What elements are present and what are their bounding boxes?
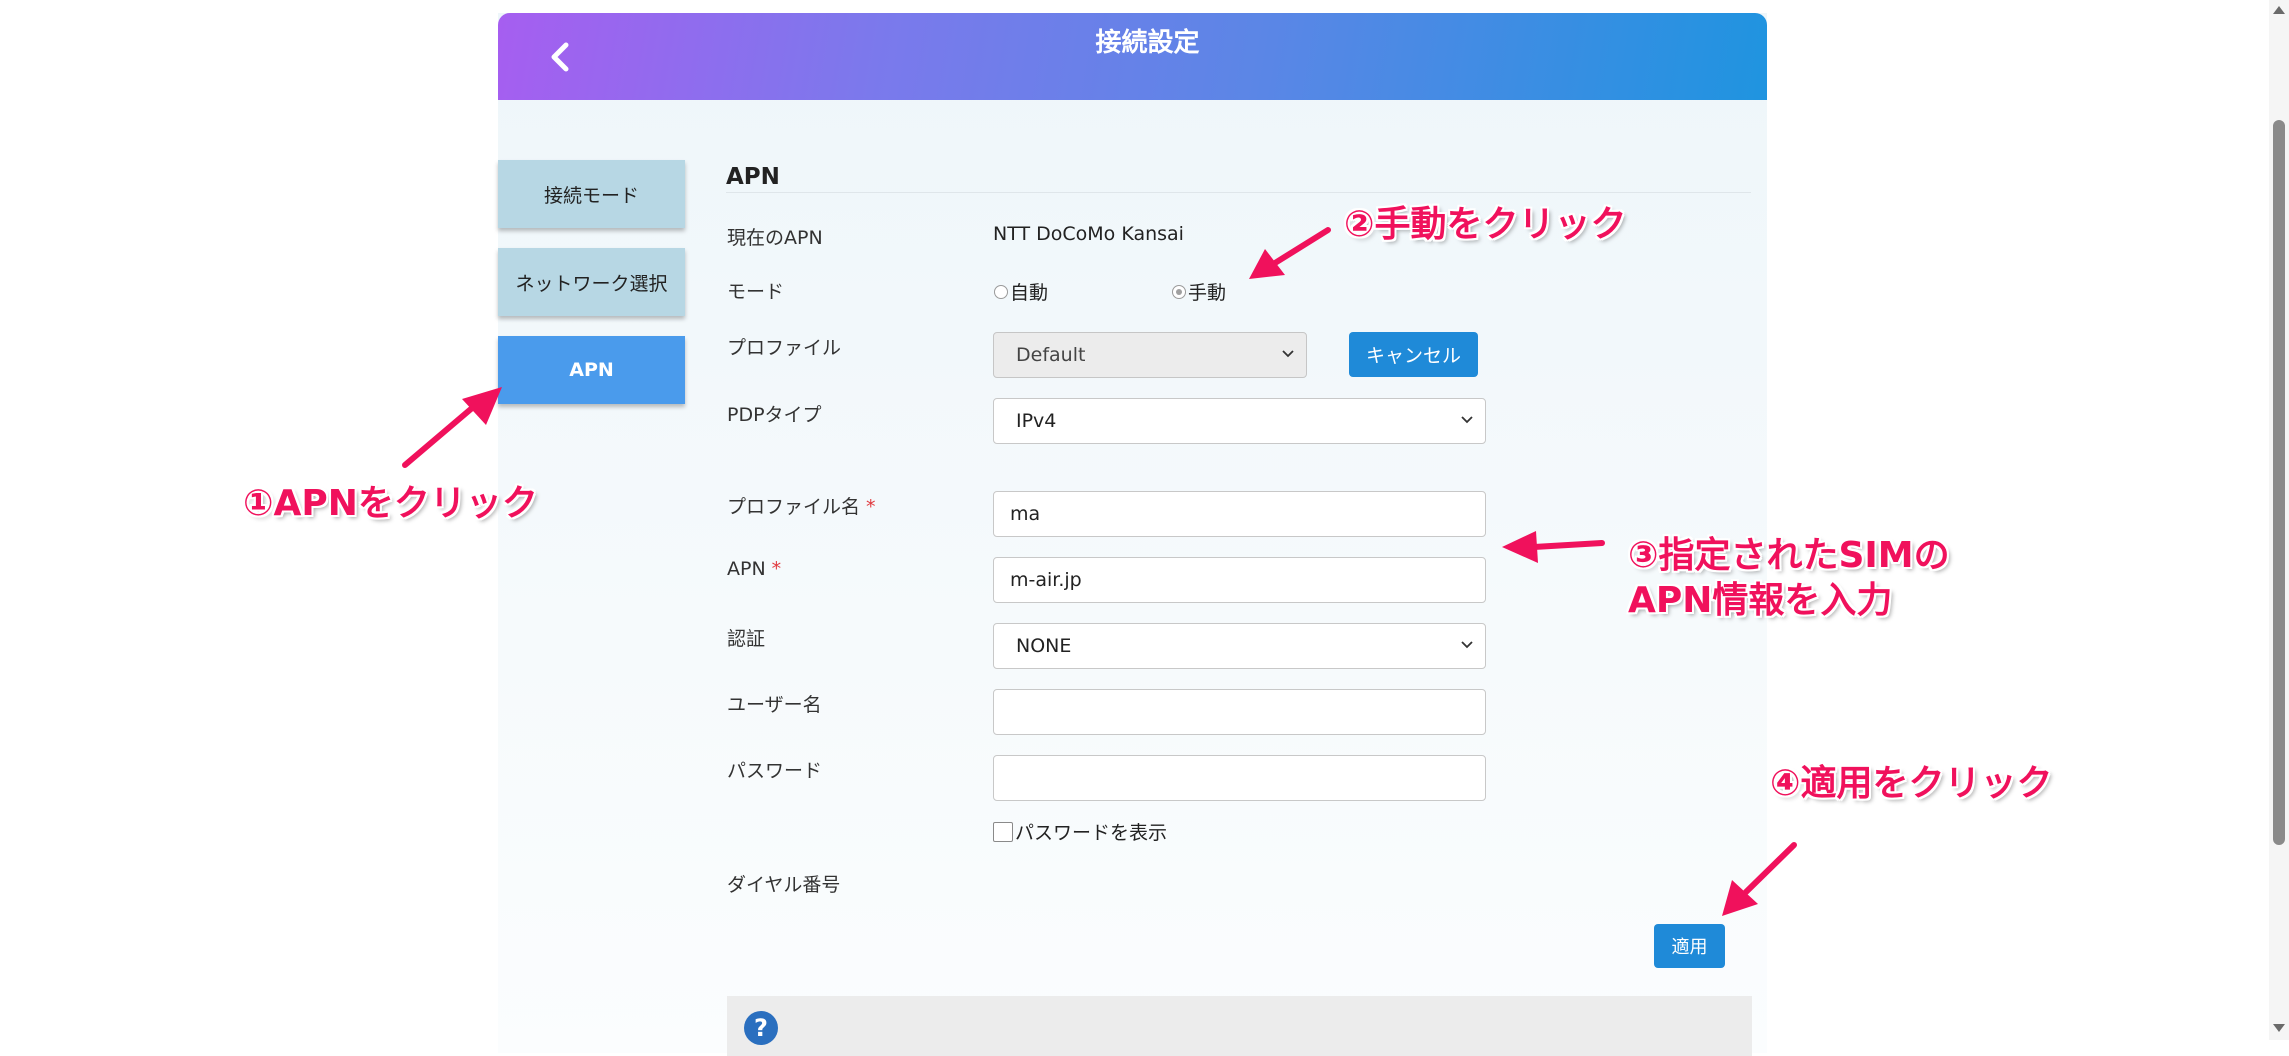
sidebar-item-apn[interactable]: APN: [498, 336, 685, 404]
pdp-type-select-value: IPv4: [1016, 410, 1057, 432]
annotation-step3-line1: ③指定されたSIMの: [1628, 535, 1950, 576]
username-label: ユーザー名: [727, 694, 822, 716]
vertical-scrollbar[interactable]: [2269, 0, 2289, 1040]
help-box: ?: [727, 996, 1752, 1056]
section-title: APN: [726, 164, 780, 190]
annotation-step2: ②手動をクリック: [1344, 204, 1627, 245]
radio-circle[interactable]: [994, 284, 1008, 299]
annotation-arrow-4: [1722, 842, 1797, 916]
password-input[interactable]: [993, 755, 1486, 801]
header-bar: 接続設定: [498, 13, 1767, 100]
required-mark: *: [866, 496, 876, 518]
annotation-arrow-3: [1502, 531, 1605, 563]
sidebar-item-connection-mode[interactable]: 接続モード: [498, 160, 685, 228]
mode-label: モード: [727, 281, 785, 303]
required-mark: *: [771, 558, 782, 580]
question-circle-icon[interactable]: ?: [743, 1010, 779, 1046]
annotation-arrow-2: [1249, 227, 1331, 279]
section-divider: [726, 192, 1751, 193]
sidebar-item-network-select[interactable]: ネットワーク選択: [498, 248, 685, 316]
annotation-step3-line2: APN情報を入力: [1628, 580, 1893, 621]
apply-button[interactable]: 適用: [1654, 924, 1725, 968]
auth-select[interactable]: NONE: [993, 623, 1486, 669]
apn-label: APN *: [727, 558, 781, 580]
profile-name-label: プロファイル名 *: [727, 492, 876, 519]
mode-manual-label: 手動: [1188, 282, 1227, 304]
profile-label: プロファイル: [727, 337, 842, 359]
apn-input[interactable]: m-air.jp: [993, 557, 1486, 603]
profile-name-input[interactable]: ma: [993, 491, 1486, 537]
radio-circle-checked[interactable]: [1172, 284, 1186, 299]
page-title: 接続設定: [1095, 28, 1200, 58]
mode-manual-radio[interactable]: 手動: [1172, 278, 1226, 305]
scroll-down-icon[interactable]: [2273, 1024, 2285, 1032]
scrollbar-thumb[interactable]: [2273, 120, 2285, 845]
show-password-checkbox[interactable]: パスワードを表示: [993, 818, 1167, 845]
apn-label-text: APN: [727, 558, 766, 580]
annotation-step1: ①APNをクリック: [243, 483, 538, 524]
profile-name-label-text: プロファイル名: [727, 496, 861, 518]
password-label: パスワード: [727, 760, 823, 782]
mode-auto-radio[interactable]: 自動: [994, 278, 1048, 305]
chevron-down-icon: [1461, 641, 1473, 649]
mode-auto-label: 自動: [1010, 282, 1049, 304]
current-apn-value: NTT DoCoMo Kansai: [993, 223, 1184, 245]
pdp-type-select[interactable]: IPv4: [993, 398, 1486, 444]
chevron-down-icon: [1282, 350, 1294, 358]
auth-select-value: NONE: [1016, 635, 1072, 657]
scroll-up-icon[interactable]: [2273, 6, 2285, 14]
show-password-label: パスワードを表示: [1015, 822, 1168, 844]
current-apn-label: 現在のAPN: [727, 227, 823, 249]
dial-number-label: ダイヤル番号: [727, 874, 841, 896]
username-input[interactable]: [993, 689, 1486, 735]
pdp-type-label: PDPタイプ: [727, 404, 822, 426]
profile-select[interactable]: Default: [993, 332, 1307, 378]
annotation-arrow-1: [402, 387, 502, 468]
annotation-step4: ④適用をクリック: [1770, 763, 2053, 804]
profile-select-value: Default: [1016, 344, 1086, 366]
chevron-down-icon: [1461, 416, 1473, 424]
auth-label: 認証: [727, 628, 766, 650]
checkbox-box[interactable]: [993, 821, 1013, 842]
svg-text:?: ?: [754, 1014, 768, 1042]
cancel-button[interactable]: キャンセル: [1349, 332, 1478, 377]
